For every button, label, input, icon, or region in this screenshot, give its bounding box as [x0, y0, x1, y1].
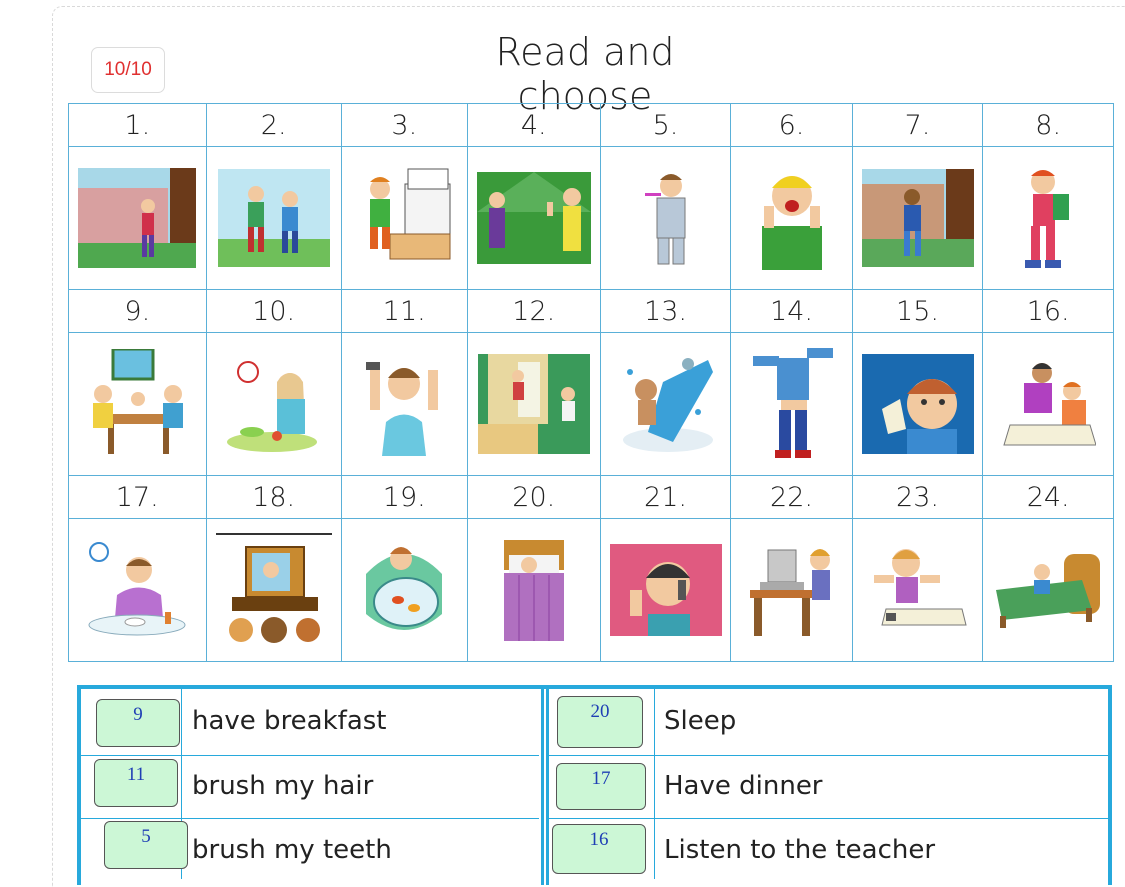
picture-cell: [205, 146, 342, 290]
answer-panel-divider: [541, 689, 549, 885]
picture-cell: [982, 146, 1114, 290]
picture-number: 1.: [68, 103, 207, 147]
picture-number: 6.: [730, 103, 853, 147]
answer-label: Listen to the teacher: [664, 835, 936, 865]
man-having-dinner-picture: [88, 542, 186, 636]
girl-feeding-fish-picture: [366, 547, 443, 630]
picture-grid: 1. 2. 3. 4. 5. 6. 7. 8. 9. 10. 11. 12. 1…: [68, 103, 1114, 662]
picture-number: 20.: [466, 475, 601, 519]
answer-input-teeth[interactable]: 5: [104, 821, 188, 869]
answer-input-hair[interactable]: 11: [94, 759, 178, 807]
answer-label: Have dinner: [664, 771, 823, 801]
picture-cell: [205, 332, 342, 476]
answer-input-dinner[interactable]: 17: [556, 763, 646, 810]
boys-walking-picture: [217, 169, 330, 267]
row-separator: [81, 818, 539, 819]
boy-on-phone-picture: [609, 544, 722, 636]
picture-number: 9.: [68, 289, 207, 333]
answer-input-sleep[interactable]: 20: [557, 696, 643, 748]
picture-number: 19.: [340, 475, 468, 519]
picture-number: 14.: [730, 289, 853, 333]
picture-number: 5.: [599, 103, 732, 147]
picture-cell: [599, 146, 732, 290]
kids-waving-goodbye-picture: [476, 172, 591, 264]
boy-at-computer-picture: [749, 549, 830, 636]
row-separator: [81, 755, 539, 756]
picture-number: 18.: [205, 475, 342, 519]
boy-entering-house-picture: [861, 169, 974, 267]
picture-number: 12.: [466, 289, 601, 333]
girl-leaving-house-picture: [78, 168, 197, 268]
picture-number: 21.: [599, 475, 732, 519]
number-row: 9. 10. 11. 12. 13. 14. 15. 16.: [68, 289, 1114, 333]
picture-cell: [466, 518, 601, 662]
picture-number: 23.: [851, 475, 984, 519]
number-row: 17. 18. 19. 20. 21. 22. 23. 24.: [68, 475, 1114, 519]
answer-label: have breakfast: [192, 706, 387, 736]
family-watching-tv-picture: [215, 533, 332, 643]
boy-getting-dressed-picture: [752, 348, 833, 458]
picture-cell: [851, 146, 984, 290]
picture-cell: [340, 332, 468, 476]
boy-eating-sandwich-picture: [861, 354, 974, 454]
picture-row: [68, 332, 1114, 476]
picture-number: 7.: [851, 103, 984, 147]
picture-number: 4.: [466, 103, 601, 147]
answer-label: Sleep: [664, 706, 737, 736]
picture-cell: [982, 332, 1114, 476]
picture-number: 8.: [982, 103, 1114, 147]
picture-number: 24.: [982, 475, 1114, 519]
picture-cell: [68, 146, 207, 290]
picture-cell: [466, 332, 601, 476]
picture-cell: [466, 146, 601, 290]
boy-going-to-bed-picture: [996, 554, 1101, 628]
row-separator: [547, 755, 1108, 756]
picture-cell: [599, 518, 732, 662]
answer-input-breakfast[interactable]: 9: [96, 699, 180, 747]
boy-doing-homework-picture: [873, 549, 967, 626]
answer-label: brush my teeth: [192, 835, 392, 865]
man-taking-shower-picture: [622, 358, 713, 452]
picture-cell: [730, 146, 853, 290]
picture-number: 17.: [68, 475, 207, 519]
boy-coming-home-picture: [477, 354, 590, 454]
picture-number: 16.: [982, 289, 1114, 333]
picture-cell: [730, 332, 853, 476]
picture-cell: [205, 518, 342, 662]
family-at-breakfast-picture: [93, 349, 184, 454]
score-badge: 10/10: [91, 47, 165, 93]
boy-making-bed-picture: [370, 168, 451, 260]
teacher-helping-student-picture: [1003, 363, 1097, 446]
girl-sleeping-picture: [503, 540, 564, 641]
picture-row: [68, 518, 1114, 662]
picture-cell: [851, 518, 984, 662]
picture-cell: [730, 518, 853, 662]
picture-cell: [851, 332, 984, 476]
answer-input-teacher[interactable]: 16: [552, 824, 646, 874]
picture-row: [68, 146, 1114, 290]
picture-cell: [68, 332, 207, 476]
boy-brushing-teeth-picture: [644, 174, 686, 265]
picture-number: 11.: [340, 289, 468, 333]
boy-waking-up-picture: [761, 176, 822, 270]
picture-number: 3.: [340, 103, 468, 147]
picture-cell: [599, 332, 732, 476]
row-separator: [547, 818, 1108, 819]
picture-number: 10.: [205, 289, 342, 333]
picture-cell: [982, 518, 1114, 662]
picture-number: 22.: [730, 475, 853, 519]
picture-cell: [340, 518, 468, 662]
boy-brushing-hair-picture: [366, 362, 439, 456]
girl-eating-lunch-picture: [226, 361, 317, 452]
number-row: 1. 2. 3. 4. 5. 6. 7. 8.: [68, 103, 1114, 147]
picture-cell: [340, 146, 468, 290]
column-separator: [654, 689, 655, 879]
picture-number: 2.: [205, 103, 342, 147]
picture-cell: [68, 518, 207, 662]
boy-going-to-school-picture: [1025, 170, 1070, 268]
picture-number: 13.: [599, 289, 732, 333]
picture-number: 15.: [851, 289, 984, 333]
answer-label: brush my hair: [192, 771, 374, 801]
